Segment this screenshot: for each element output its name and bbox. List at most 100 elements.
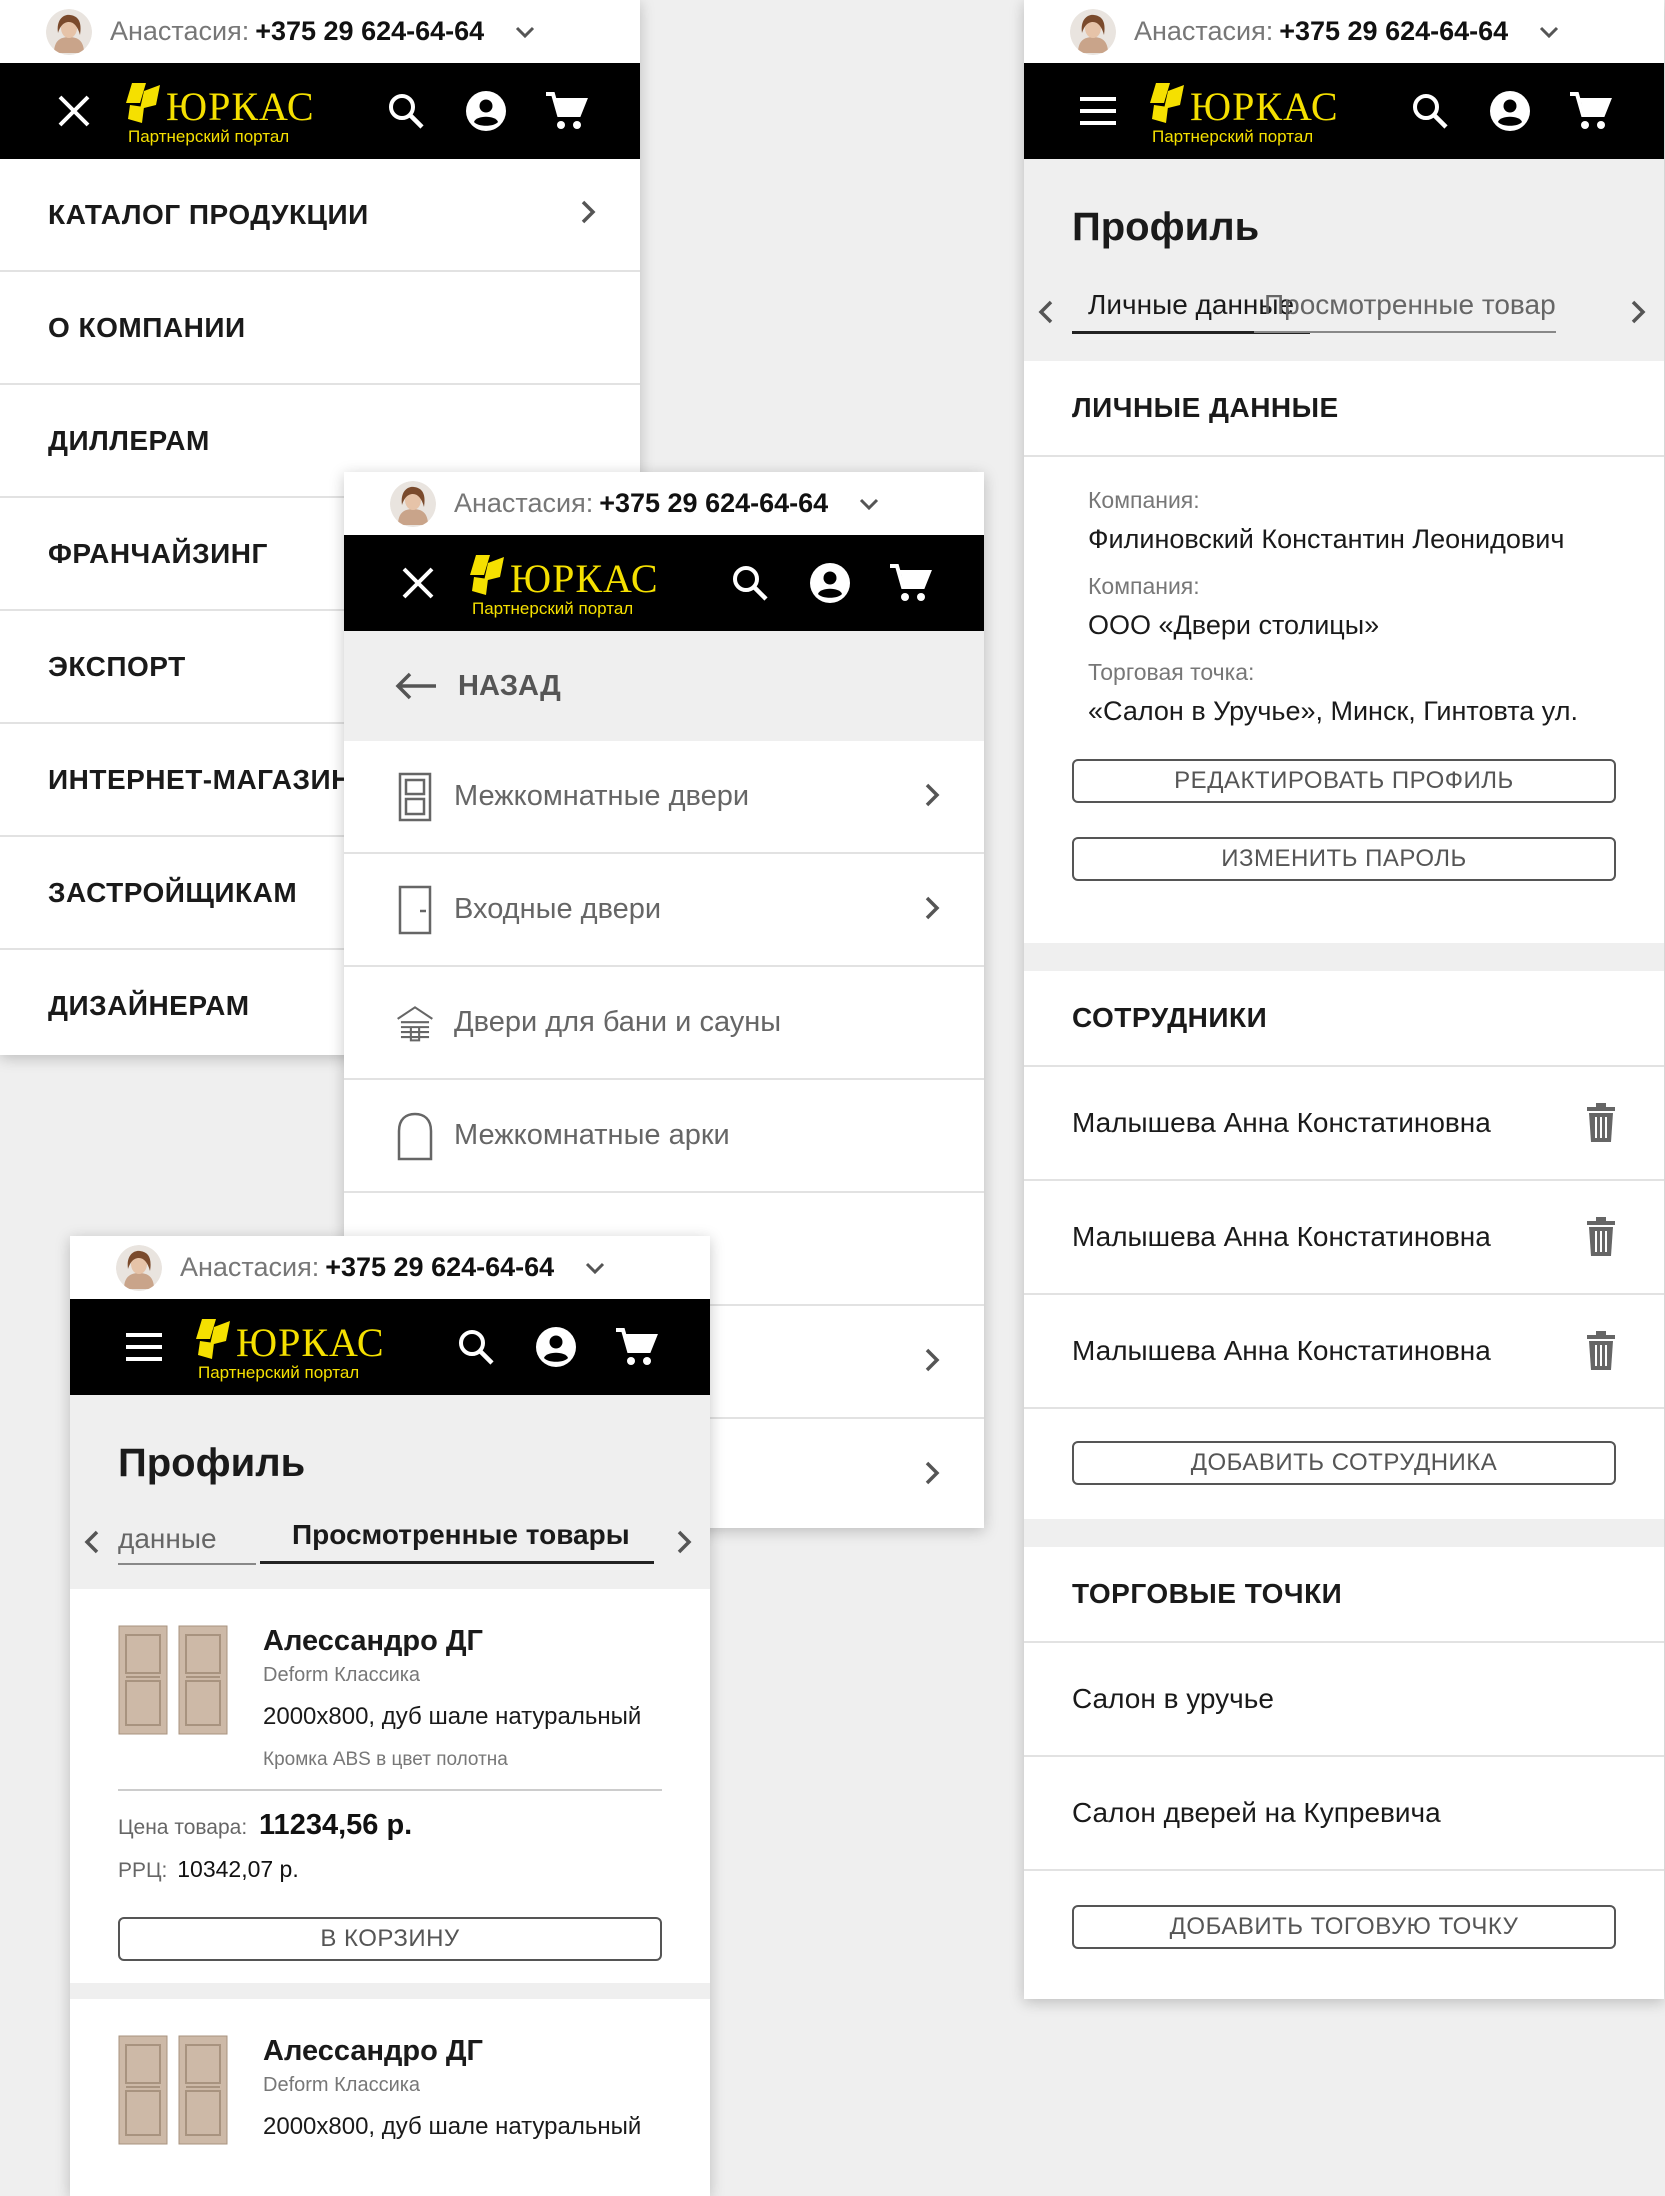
hamburger-menu-icon[interactable] [122,1325,166,1369]
edit-profile-button[interactable]: РЕДАКТИРОВАТЬ ПРОФИЛЬ [1072,759,1616,803]
back-button[interactable]: НАЗАД [344,631,984,741]
tab-personal-data[interactable]: данные [118,1523,256,1565]
tab-viewed-products[interactable]: Просмотренные товары [260,1519,654,1564]
chevron-right-icon[interactable] [1630,299,1646,325]
catalog-item-label: Межкомнатные двери [454,780,750,812]
menu-item[interactable]: О КОМПАНИИ [0,272,640,385]
search-icon[interactable] [384,89,428,133]
shops-section: ТОРГОВЫЕ ТОЧКИ Салон в уручье Салон двере… [1024,1547,1664,1987]
user-bar[interactable]: Анастасия: +375 29 624-64-64 [1024,0,1664,63]
add-shop-button[interactable]: ДОБАВИТЬ ТОГОВУЮ ТОЧКУ [1072,1905,1616,1949]
product-card: Алессандро ДГ Deform Классика 2000х800, … [70,1589,710,1983]
interior-door-icon [398,772,432,821]
product-name[interactable]: Алессандро ДГ [263,1625,662,1658]
search-icon[interactable] [1408,89,1452,133]
chevron-down-icon[interactable] [510,17,540,47]
search-icon[interactable] [454,1325,498,1369]
chevron-down-icon[interactable] [854,489,884,519]
field-value: «Салон в Уручье», Минск, Гинтовта ул. [1088,696,1578,726]
product-name[interactable]: Алессандро ДГ [263,2035,662,2068]
employee-row[interactable]: Малышева Анна Констатиновна [1024,1295,1664,1409]
user-phone: +375 29 624-64-64 [599,488,829,518]
section-title: ТОРГОВЫЕ ТОЧКИ [1024,1547,1664,1643]
user-bar[interactable]: Анастасия: +375 29 624-64-64 [344,472,984,535]
chevron-right-icon[interactable] [676,1529,692,1555]
cart-icon[interactable] [1568,89,1612,133]
site-header: ЮРКАС Партнерский портал [1024,63,1664,159]
product-note: Кромка ABS в цвет полотна [263,1749,508,1770]
add-employee-button[interactable]: ДОБАВИТЬ СОТРУДНИКА [1072,1441,1616,1485]
user-phone: +375 29 624-64-64 [325,1252,555,1282]
logo-brand: ЮРКАС [166,84,315,129]
shop-row[interactable]: Салон в уручье [1024,1643,1664,1757]
logo[interactable]: ЮРКАС Партнерский портал [124,75,324,151]
site-header: ЮРКАС Партнерский портал [344,535,984,631]
logo-subtitle: Партнерский портал [472,599,634,618]
shop-list: Салон в уручье Салон дверей на Купревича [1024,1643,1664,1871]
shop-name: Салон в уручье [1072,1683,1274,1714]
arch-icon [397,1112,433,1160]
field-label: Компания: [1088,487,1200,513]
close-icon[interactable] [52,89,96,133]
user-bar[interactable]: Анастасия: +375 29 624-64-64 [70,1236,710,1299]
tab-viewed-products[interactable]: Просмотренные товар [1254,289,1556,333]
catalog-item-entrance-doors[interactable]: Входные двери [344,854,984,967]
profile-header: Профиль Личные данные Просмотренные това… [1024,159,1664,361]
catalog-item-interior-doors[interactable]: Межкомнатные двери [344,741,984,854]
search-icon[interactable] [728,561,772,605]
user-bar[interactable]: Анастасия: +375 29 624-64-64 [0,0,640,63]
catalog-item-sauna-doors[interactable]: Двери для бани и сауны [344,967,984,1080]
profile-header: Профиль данные Просмотренные товары [70,1395,710,1589]
logo-mark-icon [470,555,504,595]
change-password-button[interactable]: ИЗМЕНИТЬ ПАРОЛЬ [1072,837,1616,881]
employee-name: Малышева Анна Констатиновна [1072,1107,1491,1138]
chevron-left-icon[interactable] [1038,299,1054,325]
logo[interactable]: ЮРКАС Партнерский портал [1148,75,1348,151]
price-row: Цена товара: 11234,56 р. [118,1809,413,1841]
cart-icon[interactable] [614,1325,658,1369]
trash-icon[interactable] [1586,1103,1616,1143]
chevron-right-icon [925,783,940,807]
shop-row[interactable]: Салон дверей на Купревича [1024,1757,1664,1871]
chevron-down-icon[interactable] [1534,17,1564,47]
logo[interactable]: ЮРКАС Партнерский портал [468,547,668,623]
menu-item-label: О КОМПАНИИ [48,311,246,343]
cart-icon[interactable] [888,561,932,605]
product-image[interactable] [118,2035,228,2149]
catalog-item-label: Межкомнатные арки [454,1119,730,1151]
product-image[interactable] [118,1625,228,1739]
cart-icon[interactable] [544,89,588,133]
chevron-down-icon[interactable] [580,1253,610,1283]
menu-item[interactable]: КАТАЛОГ ПРОДУКЦИИ [0,159,640,272]
employee-row[interactable]: Малышева Анна Констатиновна [1024,1067,1664,1181]
profile-personal-panel: Анастасия: +375 29 624-64-64 ЮРКАС Партн… [1024,0,1664,1999]
user-icon[interactable] [534,1325,578,1369]
trash-icon[interactable] [1586,1331,1616,1371]
product-price: 11234,56 р. [259,1809,413,1841]
close-icon[interactable] [396,561,440,605]
chevron-right-icon [925,1348,940,1372]
field-value: ООО «Двери столицы» [1088,610,1380,640]
logo-brand: ЮРКАС [1190,84,1339,129]
user-phone: +375 29 624-64-64 [255,16,485,46]
personal-data-section: ЛИЧНЫЕ ДАННЫЕ Компания: Филиновский Конс… [1024,361,1664,943]
user-icon[interactable] [464,89,508,133]
logo-subtitle: Партнерский портал [198,1363,360,1382]
employee-name: Малышева Анна Констатиновна [1072,1335,1491,1366]
add-to-cart-button[interactable]: В КОРЗИНУ [118,1917,662,1961]
logo-subtitle: Партнерский портал [1152,127,1314,146]
trash-icon[interactable] [1586,1217,1616,1257]
user-icon[interactable] [1488,89,1532,133]
product-series: Deform Классика [263,1664,421,1686]
employee-name: Малышева Анна Констатиновна [1072,1221,1491,1252]
user-name: Анастасия: [180,1252,320,1282]
logo-subtitle: Партнерский портал [128,127,290,146]
catalog-item-arches[interactable]: Межкомнатные арки [344,1080,984,1193]
section-gap [1024,1519,1664,1547]
chevron-left-icon[interactable] [84,1529,100,1555]
user-icon[interactable] [808,561,852,605]
employee-list: Малышева Анна Констатиновна Малышева Анна… [1024,1067,1664,1409]
logo[interactable]: ЮРКАС Партнерский портал [194,1311,394,1387]
hamburger-menu-icon[interactable] [1076,89,1120,133]
employee-row[interactable]: Малышева Анна Констатиновна [1024,1181,1664,1295]
